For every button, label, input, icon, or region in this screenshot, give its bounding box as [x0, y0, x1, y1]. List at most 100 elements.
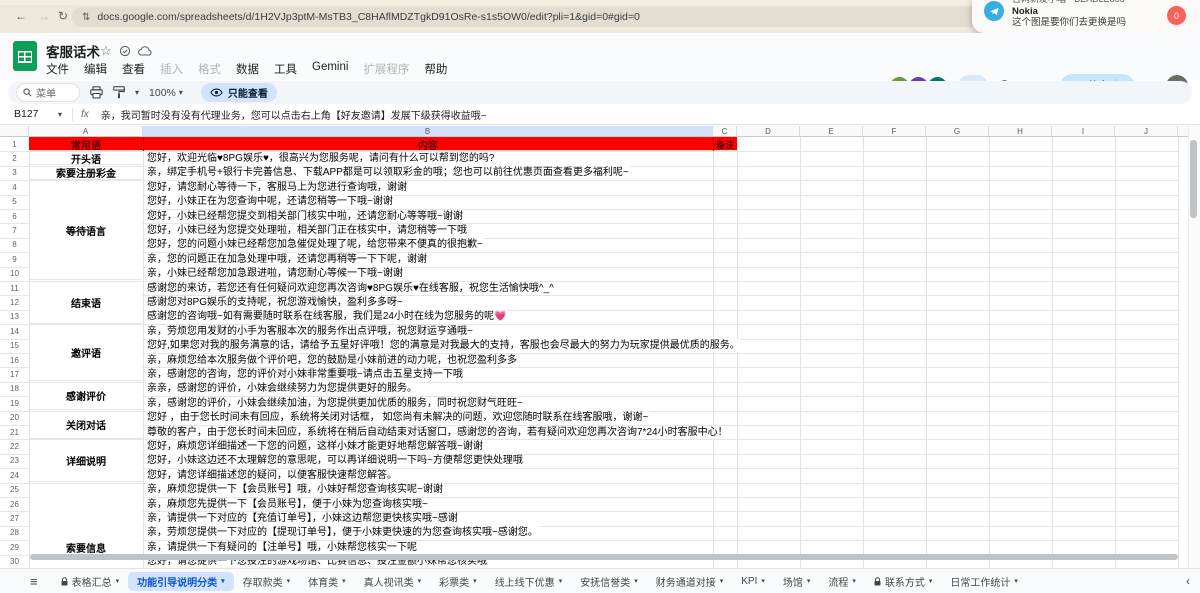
cell-B29[interactable]: 亲，请提供一下有疑问的【注单号】哦，小妹帮您核实一下呢 [146, 541, 418, 554]
cell-B14[interactable]: 亲，劳烦您用发财的小手为客服本次的服务作出点评哦，祝您财运亨通哦~ [146, 325, 474, 338]
column-header-E[interactable]: E [800, 126, 863, 137]
name-box-caret-icon[interactable] [58, 110, 62, 119]
tab-场馆[interactable]: 场馆 [774, 572, 820, 591]
category-cell-开头语[interactable]: 开头语 [30, 152, 142, 165]
horizontal-scrollbar[interactable] [30, 554, 1178, 560]
paint-format-caret-icon[interactable] [135, 88, 139, 97]
tab-dropdown-caret-icon[interactable] [221, 577, 225, 585]
url-text[interactable]: docs.google.com/spreadsheets/d/1H2VJp3pt… [97, 11, 639, 23]
cell-B23[interactable]: 您好，小妹这边还不太理解您的意思呢，可以再详细说明一下吗~方便帮您更快处理哦 [146, 454, 524, 467]
header-cell-changyongyu[interactable]: 常用语 [29, 137, 143, 151]
tab-真人视讯类[interactable]: 真人视讯类 [355, 572, 431, 591]
cell-B9[interactable]: 亲，您的问题正在加急处理中哦，还请您再稍等一下下呢，谢谢 [146, 253, 428, 266]
row-header-25[interactable]: 25 [0, 483, 29, 497]
paint-format-icon[interactable] [113, 86, 125, 99]
cell-B2[interactable]: 您好，欢迎光临♥8PG娱乐♥，很高兴为您服务呢，请问有什么可以帮到您的吗? [146, 152, 495, 165]
tab-dropdown-caret-icon[interactable] [559, 577, 563, 585]
tab-dropdown-caret-icon[interactable] [807, 577, 811, 585]
menu-查看[interactable]: 查看 [122, 61, 145, 77]
tab-日常工作统计[interactable]: 日常工作统计 [941, 572, 1027, 591]
row-header-9[interactable]: 9 [0, 252, 29, 266]
tab-dropdown-caret-icon[interactable] [1014, 577, 1018, 585]
menu-编辑[interactable]: 编辑 [84, 61, 107, 77]
row-header-28[interactable]: 28 [0, 526, 29, 540]
cell-B8[interactable]: 您好，您的问题小妹已经帮您加急催促处理了呢，给您带来不便真的很抱歉~ [146, 238, 484, 251]
menu-文件[interactable]: 文件 [46, 61, 69, 77]
view-only-chip[interactable]: 只能查看 [201, 83, 277, 102]
row-header-4[interactable]: 4 [0, 180, 29, 194]
column-header-A[interactable]: A [29, 126, 143, 137]
tab-功能引导说明分类[interactable]: 功能引导说明分类 [128, 572, 234, 591]
row-header-27[interactable]: 27 [0, 511, 29, 525]
row-header-24[interactable]: 24 [0, 468, 29, 482]
tab-scroll-left-icon[interactable] [1186, 574, 1190, 588]
category-cell-等待语言[interactable]: 等待语言 [30, 181, 142, 280]
cell-B16[interactable]: 亲，麻烦您给本次服务做个评价吧，您的鼓励是小妹前进的动力呢，也祝您盈利多多 [146, 354, 518, 367]
tab-dropdown-caret-icon[interactable] [761, 577, 765, 585]
row-header-5[interactable]: 5 [0, 195, 29, 209]
row-header-12[interactable]: 12 [0, 295, 29, 309]
row-header-18[interactable]: 18 [0, 382, 29, 396]
cell-B3[interactable]: 亲，绑定手机号+银行卡完善信息、下载APP都是可以领取彩金的哦；您也可以前往优惠… [146, 166, 630, 179]
document-title[interactable]: 客服话术 [46, 41, 100, 61]
row-header-23[interactable]: 23 [0, 454, 29, 468]
cell-B20[interactable]: 您好 ，由于您长时间未有回应，系统将关闭对话框， 如您尚有未解决的问题，欢迎您随… [146, 411, 649, 424]
tab-存取款类[interactable]: 存取款类 [234, 572, 300, 591]
row-header-1[interactable]: 1 [0, 137, 29, 151]
column-header-I[interactable]: I [1052, 126, 1115, 137]
category-cell-邀评语[interactable]: 邀评语 [30, 325, 142, 381]
column-header-C[interactable]: C [713, 126, 737, 137]
cell-B18[interactable]: 亲亲，感谢您的评价，小妹会继续努力为您提供更好的服务。 [146, 382, 418, 395]
tab-财务通道对接[interactable]: 财务通道对接 [647, 572, 733, 591]
row-header-7[interactable]: 7 [0, 223, 29, 237]
row-header-14[interactable]: 14 [0, 324, 29, 338]
menu-Gemini[interactable]: Gemini [312, 61, 348, 77]
menus-search-box[interactable]: 菜单 [16, 83, 80, 102]
tab-线上线下优惠[interactable]: 线上线下优惠 [486, 572, 572, 591]
row-header-26[interactable]: 26 [0, 497, 29, 511]
menu-帮助[interactable]: 帮助 [424, 61, 447, 77]
reload-icon[interactable] [58, 9, 68, 23]
name-box[interactable]: B127 [0, 108, 58, 120]
zoom-select[interactable]: 100% [149, 87, 183, 99]
cell-B27[interactable]: 亲，请提供一下对应的【充值订单号】，小妹这边帮您更快核实哦~感谢 [146, 512, 459, 525]
row-header-13[interactable]: 13 [0, 310, 29, 324]
row-header-19[interactable]: 19 [0, 396, 29, 410]
row-header-16[interactable]: 16 [0, 353, 29, 367]
cell-B6[interactable]: 您好，小妹已经帮您提交到相关部门核实中啦，还请您耐心等等哦~谢谢 [146, 210, 464, 223]
row-header-6[interactable]: 6 [0, 209, 29, 223]
grid-corner[interactable] [0, 126, 29, 137]
print-icon[interactable] [90, 86, 103, 99]
cell-B21[interactable]: 尊敬的客户，由于您长时间未回应，系统将在稍后自动结束对话窗口，感谢您的咨询，若有… [146, 426, 729, 439]
cell-B5[interactable]: 您好，小妹正在为您查询中呢，还请您稍等一下哦~谢谢 [146, 195, 394, 208]
cell-B11[interactable]: 感谢您的来访，若您还有任何疑问欢迎您再次咨询♥8PG娱乐♥在线客服，祝您生活愉快… [146, 282, 555, 295]
cell-B24[interactable]: 您好，请您详细描述您的疑问，以便客服快速帮您解答。 [146, 469, 398, 482]
row-header-10[interactable]: 10 [0, 267, 29, 281]
back-icon[interactable] [15, 9, 27, 23]
menu-数据[interactable]: 数据 [236, 61, 259, 77]
category-cell-结束语[interactable]: 结束语 [30, 282, 142, 324]
tab-体育类[interactable]: 体育类 [299, 572, 355, 591]
tab-dropdown-caret-icon[interactable] [342, 577, 346, 585]
tab-dropdown-caret-icon[interactable] [418, 577, 422, 585]
row-header-15[interactable]: 15 [0, 339, 29, 353]
cell-B12[interactable]: 感谢您对8PG娱乐的支持呢，祝您游戏愉快，盈利多多呀~ [146, 296, 404, 309]
row-header-11[interactable]: 11 [0, 281, 29, 295]
tab-dropdown-caret-icon[interactable] [634, 577, 638, 585]
tab-dropdown-caret-icon[interactable] [473, 577, 477, 585]
row-header-22[interactable]: 22 [0, 439, 29, 453]
cell-B4[interactable]: 您好，请您耐心等待一下，客服马上为您进行查询哦，谢谢 [146, 181, 408, 194]
column-header-J[interactable]: J [1115, 126, 1178, 137]
tab-dropdown-caret-icon[interactable] [287, 577, 291, 585]
cell-B28[interactable]: 亲，劳烦您提供一下对应的【提现订单号】，便于小妹更快速的为您查询核实哦~感谢您。 [146, 526, 539, 539]
menu-工具[interactable]: 工具 [274, 61, 297, 77]
column-header-B[interactable]: B [143, 126, 713, 137]
header-cell-beizhu[interactable]: 备注 [713, 137, 737, 151]
column-header-D[interactable]: D [737, 126, 800, 137]
cell-B19[interactable]: 亲，感谢您的评价，小妹会继续加油，为您提供更加优质的服务，同时祝您财气旺旺~ [146, 397, 524, 410]
cloud-status-icon[interactable] [138, 46, 152, 59]
cell-B10[interactable]: 亲，小妹已经帮您加急跟进啦，请您耐心等候一下哦~谢谢 [146, 267, 404, 280]
cell-B15[interactable]: 您好,如果您对我的服务满意的话，请给予五星好评哦！您的满意是对我最大的支持，客服… [146, 339, 741, 352]
forward-icon[interactable] [38, 9, 50, 23]
category-cell-关闭对话[interactable]: 关闭对话 [30, 412, 142, 439]
